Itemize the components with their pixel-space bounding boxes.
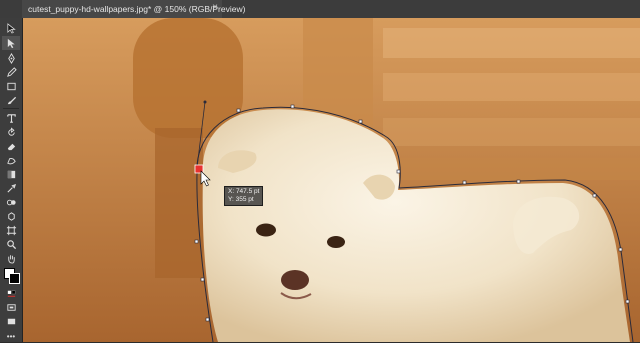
left-eye — [256, 223, 276, 237]
zoom-tool-icon[interactable] — [2, 237, 20, 251]
tools-panel: ••• — [0, 18, 23, 342]
chair-slat-3 — [383, 118, 640, 146]
chair-slat-2 — [383, 73, 640, 101]
chair-slat-1 — [383, 28, 640, 58]
nose — [281, 270, 309, 290]
chair-slat-4 — [383, 158, 640, 180]
pencil-tool-icon[interactable] — [2, 65, 20, 79]
rectangle-tool-icon[interactable] — [2, 79, 20, 93]
document-tab-bar: cutest_puppy-hd-wallpapers.jpg* @ 150% (… — [0, 0, 640, 18]
readout-x: X: 747.5 pt — [228, 188, 260, 195]
stroke-swatch[interactable] — [9, 273, 20, 284]
move-tool-icon[interactable] — [2, 21, 20, 35]
right-eye — [327, 236, 345, 248]
draw-mode-icon[interactable] — [2, 300, 20, 314]
screen-mode-icon[interactable] — [2, 314, 20, 328]
table-leg-lower — [155, 128, 203, 278]
canvas-artwork — [23, 18, 640, 342]
artboard-tool-icon[interactable] — [2, 223, 20, 237]
default-colors-icon[interactable] — [2, 286, 20, 300]
readout-y: Y: 355 pt — [228, 196, 254, 203]
coordinate-readout: X: 747.5 pt Y: 355 pt — [224, 186, 264, 206]
table-leg — [133, 18, 243, 138]
close-icon[interactable]: × — [212, 2, 218, 13]
blend-tool-icon[interactable] — [2, 195, 20, 209]
type-tool-icon[interactable] — [2, 111, 20, 125]
eyedropper-tool-icon[interactable] — [2, 181, 20, 195]
gradient-tool-icon[interactable] — [2, 167, 20, 181]
pen-tool-icon[interactable] — [2, 51, 20, 65]
tool-separator — [3, 108, 19, 109]
symbol-sprayer-icon[interactable] — [2, 209, 20, 223]
brush-tool-icon[interactable] — [2, 93, 20, 107]
eraser-tool-icon[interactable] — [2, 139, 20, 153]
document-canvas[interactable]: X: 747.5 pt Y: 355 pt — [23, 18, 640, 342]
handle-point[interactable] — [203, 100, 207, 104]
blob-brush-tool-icon[interactable] — [2, 153, 20, 167]
rotate-tool-icon[interactable] — [2, 125, 20, 139]
document-tab[interactable]: cutest_puppy-hd-wallpapers.jpg* @ 150% (… — [22, 0, 245, 18]
hand-tool-icon[interactable] — [2, 251, 20, 265]
direct-selection-tool-icon[interactable] — [2, 36, 20, 50]
more-tools-button[interactable]: ••• — [2, 329, 20, 343]
